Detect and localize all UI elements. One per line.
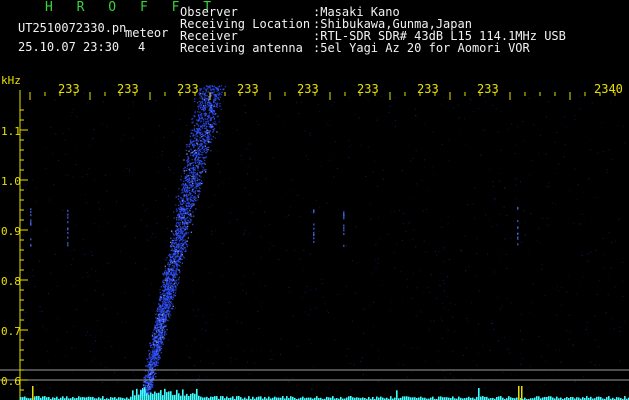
spectrogram-signal — [20, 85, 626, 397]
y-tick-label: 1.0 — [1, 175, 21, 188]
meteor-label: meteor — [125, 26, 169, 40]
x-tick-label: 233 — [237, 82, 259, 96]
y-tick-label: 0.8 — [1, 275, 21, 288]
file-name: UT2510072330.pn — [18, 21, 127, 35]
spectrogram-plot — [0, 85, 629, 400]
x-tick-label: 233 — [177, 82, 199, 96]
x-tick-label: 2340 — [594, 82, 623, 96]
antenna-label: Receiving antenna — [180, 41, 303, 55]
y-tick-label: 0.6 — [1, 375, 21, 388]
meteor-count: 4 — [138, 40, 146, 54]
x-tick-label: 233 — [417, 82, 439, 96]
antenna-value: :5el Yagi Az 20 for Aomori VOR — [313, 41, 530, 55]
y-tick-marks — [20, 109, 28, 391]
y-tick-label: 1.1 — [1, 125, 21, 138]
x-tick-label: 233 — [357, 82, 379, 96]
y-tick-label: 0.7 — [1, 325, 21, 338]
date-time: 25.10.07 23:30 — [18, 40, 120, 54]
x-tick-label: 233 — [58, 82, 80, 96]
x-tick-label: 233 — [477, 82, 499, 96]
noise-floor-bars — [20, 386, 629, 400]
y-unit-label: kHz — [1, 74, 21, 87]
x-tick-label: 233 — [117, 82, 139, 96]
x-tick-label: 233 — [297, 82, 319, 96]
y-tick-label: 0.9 — [1, 225, 21, 238]
